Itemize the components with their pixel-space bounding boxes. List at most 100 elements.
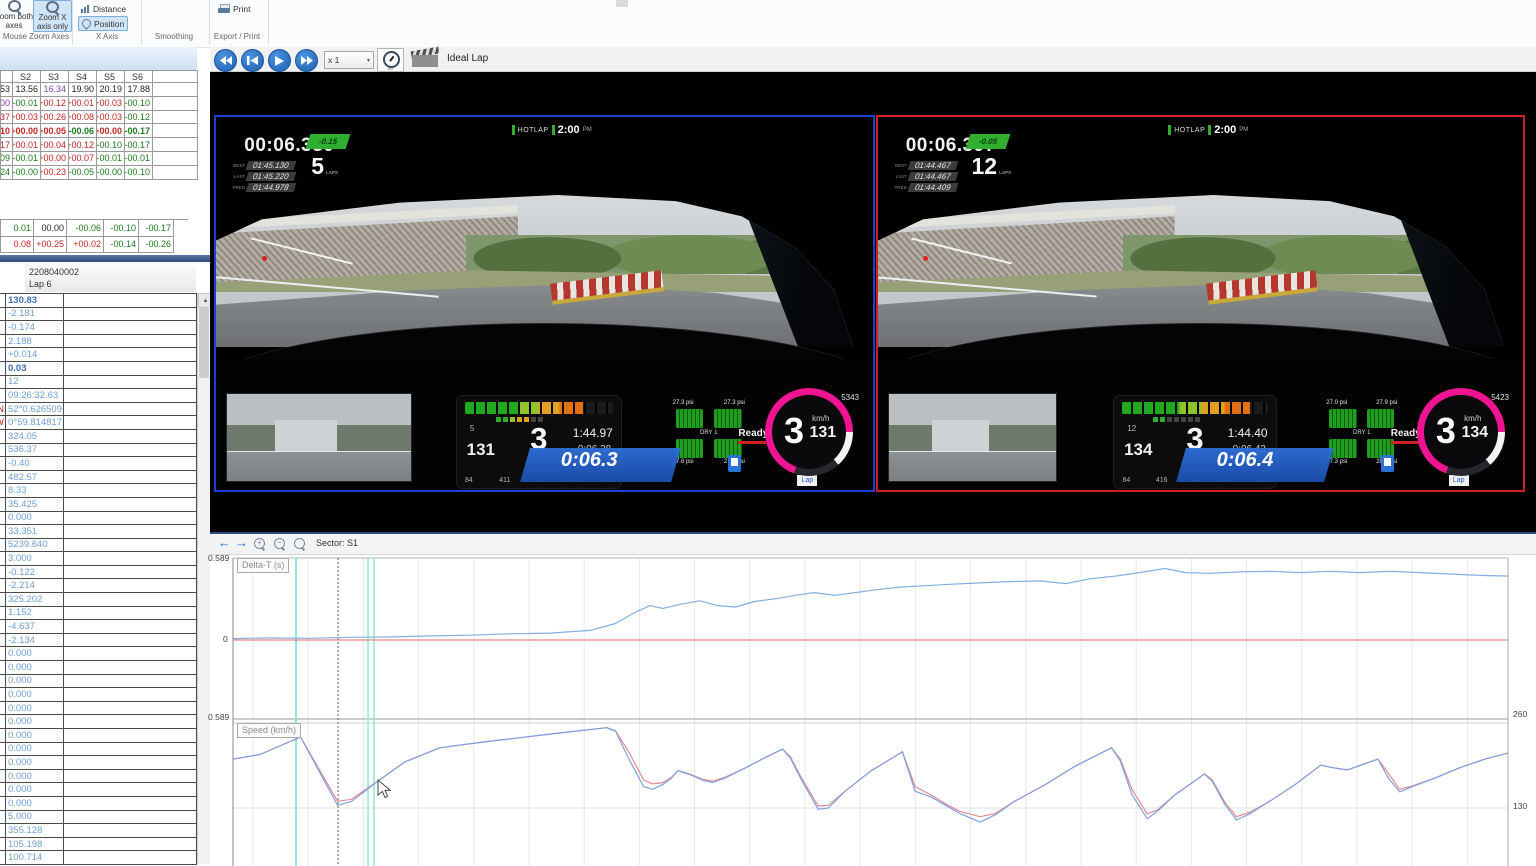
sector-cell[interactable]: -00.17 <box>125 124 153 138</box>
channel-value[interactable]: -2.134 <box>6 634 64 648</box>
channel-value[interactable]: -2.181 <box>6 308 64 322</box>
channel-value[interactable]: 536.37 <box>6 444 64 458</box>
channel-empty-cell[interactable] <box>64 811 197 825</box>
sector-cell[interactable]: 19.90 <box>69 83 97 97</box>
summary-cell[interactable]: +00.02 <box>67 237 104 254</box>
scrollbar-thumb[interactable] <box>199 308 209 378</box>
sector-cell[interactable]: +00.03 <box>97 111 125 125</box>
summary-cell[interactable]: -00.17 <box>139 220 174 237</box>
channel-empty-cell[interactable] <box>64 471 197 485</box>
channel-empty-cell[interactable] <box>64 634 197 648</box>
play-button[interactable] <box>268 49 291 72</box>
channel-value[interactable]: 325.202 <box>6 593 64 607</box>
summary-cell[interactable]: -00.10 <box>104 220 139 237</box>
summary-cell[interactable]: +00.25 <box>34 237 67 254</box>
panel-splitter[interactable] <box>0 255 210 262</box>
channel-empty-cell[interactable] <box>64 403 197 417</box>
sector-cell[interactable]: +00.01 <box>13 138 41 152</box>
sector-cell[interactable]: +00.04 <box>41 138 69 152</box>
channel-empty-cell[interactable] <box>64 389 197 403</box>
channel-empty-cell[interactable] <box>64 376 197 390</box>
sector-cell[interactable]: +00.12 <box>69 138 97 152</box>
sector-cell[interactable]: -00.10 <box>125 97 153 111</box>
channel-empty-cell[interactable] <box>64 675 197 689</box>
channel-value[interactable]: 8.33 <box>6 484 64 498</box>
channel-empty-cell[interactable] <box>64 512 197 526</box>
channel-empty-cell[interactable] <box>64 566 197 580</box>
channel-empty-cell[interactable] <box>64 729 197 743</box>
sector-cell[interactable]: 00 <box>1 97 13 111</box>
channel-empty-cell[interactable] <box>64 484 197 498</box>
channel-value[interactable]: 0.000 <box>6 675 64 689</box>
channel-empty-cell[interactable] <box>64 430 197 444</box>
channel-value[interactable]: 0.000 <box>6 729 64 743</box>
channel-scrollbar[interactable]: ▲ <box>197 293 211 864</box>
sector-cell[interactable]: -00.01 <box>125 152 153 166</box>
channel-value[interactable]: -0.122 <box>6 566 64 580</box>
video-right[interactable]: 00:06.397 -0.05 12LAPS BEST01:44.467 LAS… <box>876 115 1525 492</box>
channel-value[interactable]: 0.000 <box>6 756 64 770</box>
sector-cell[interactable]: -00.00 <box>97 166 125 180</box>
sector-cell[interactable]: +00.05 <box>41 124 69 138</box>
sector-cell[interactable]: -00.06 <box>69 124 97 138</box>
sector-cell[interactable]: -00.12 <box>125 111 153 125</box>
channel-empty-cell[interactable] <box>64 743 197 757</box>
sector-cell[interactable]: +00.08 <box>69 111 97 125</box>
channel-value[interactable]: 1.152 <box>6 607 64 621</box>
sector-cell[interactable] <box>153 83 198 97</box>
channel-empty-cell[interactable] <box>64 321 197 335</box>
channel-value[interactable]: 3.000 <box>6 552 64 566</box>
summary-cell[interactable]: -00.14 <box>104 237 139 254</box>
sector-cell[interactable] <box>153 138 198 152</box>
channel-value[interactable]: 0.000 <box>6 512 64 526</box>
channel-value[interactable]: 5239.640 <box>6 539 64 553</box>
summary-cell[interactable]: 0.01 <box>1 220 34 237</box>
channel-empty-cell[interactable] <box>64 770 197 784</box>
sector-cell[interactable]: -00.01 <box>13 97 41 111</box>
channel-empty-cell[interactable] <box>64 335 197 349</box>
channel-empty-cell[interactable] <box>64 715 197 729</box>
channel-empty-cell[interactable] <box>64 647 197 661</box>
sector-cell[interactable]: +00.03 <box>13 111 41 125</box>
gauge-toggle-button[interactable]: HD <box>377 48 404 72</box>
channel-value[interactable]: 2.188 <box>6 335 64 349</box>
position-button[interactable]: Position <box>78 16 128 31</box>
channel-value[interactable]: -2.214 <box>6 579 64 593</box>
channel-empty-cell[interactable] <box>64 457 197 471</box>
channel-value[interactable]: -0.174 <box>6 321 64 335</box>
channel-value[interactable]: 0.03 <box>6 362 64 376</box>
channel-value[interactable]: -4.637 <box>6 620 64 634</box>
sector-cell[interactable]: 17 <box>1 138 13 152</box>
summary-cell[interactable]: -00.06 <box>67 220 104 237</box>
sector-cell[interactable]: 17.88 <box>125 83 153 97</box>
channel-value[interactable]: -0.40 <box>6 457 64 471</box>
sector-cell[interactable] <box>153 111 198 125</box>
sector-cell[interactable]: +00.01 <box>69 97 97 111</box>
channel-value[interactable]: 100.714 <box>6 851 64 865</box>
channel-empty-cell[interactable] <box>64 593 197 607</box>
channel-value[interactable]: 0.000 <box>6 647 64 661</box>
sector-cell[interactable]: +00.26 <box>41 111 69 125</box>
channel-value[interactable]: 0.000 <box>6 743 64 757</box>
channel-empty-cell[interactable] <box>64 539 197 553</box>
sector-cell[interactable]: 10 <box>1 124 13 138</box>
sector-cell[interactable]: -00.01 <box>97 152 125 166</box>
channel-value[interactable]: 5.000 <box>6 811 64 825</box>
sector-times-table[interactable]: S2S3S4S5S65313.5616.3419.9020.1917.8800-… <box>0 70 198 180</box>
channel-value[interactable]: 0.000 <box>6 661 64 675</box>
clapperboard-icon[interactable] <box>412 49 439 68</box>
sector-cell[interactable]: +00.00 <box>97 124 125 138</box>
channel-value[interactable]: +0.014 <box>6 348 64 362</box>
sector-cell[interactable]: 09 <box>1 152 13 166</box>
sector-summary-table[interactable]: 0.0100.00-00.06-00.10-00.170.08+00.25+00… <box>0 219 188 253</box>
channel-empty-cell[interactable] <box>64 308 197 322</box>
print-button[interactable]: Print <box>215 2 253 15</box>
channel-empty-cell[interactable] <box>64 838 197 852</box>
sector-cell[interactable]: -00.10 <box>125 166 153 180</box>
channel-empty-cell[interactable] <box>64 498 197 512</box>
channel-empty-cell[interactable] <box>64 702 197 716</box>
zoom-x-axis-only-button[interactable]: Zoom X axis only <box>33 0 72 32</box>
channel-value[interactable]: 482.57 <box>6 471 64 485</box>
sector-cell[interactable]: 16.34 <box>41 83 69 97</box>
sector-cell[interactable]: +00.23 <box>41 166 69 180</box>
